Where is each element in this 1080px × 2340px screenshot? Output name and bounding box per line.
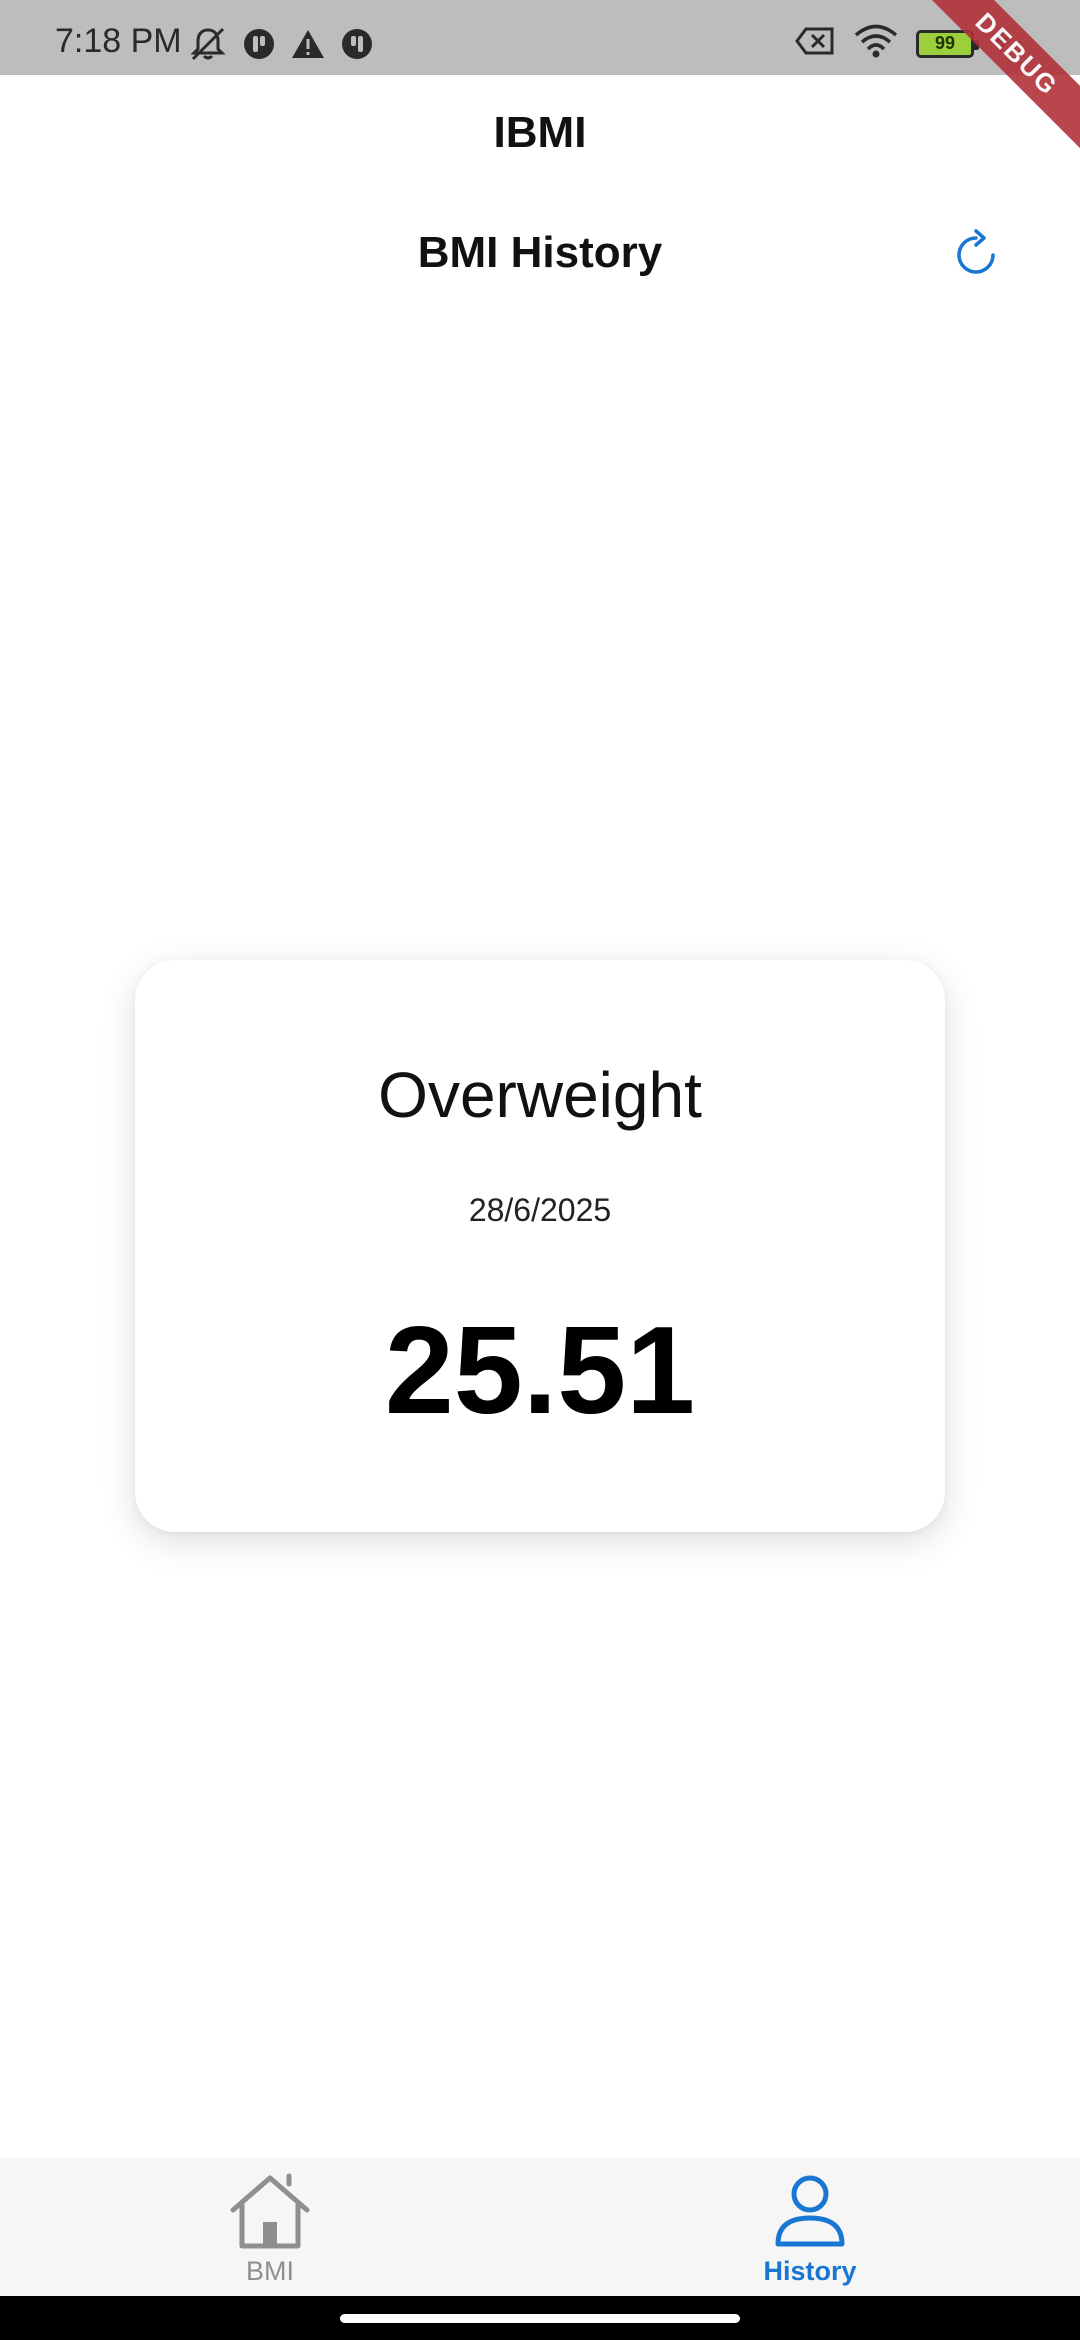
app-notification-icon <box>340 27 374 66</box>
muted-bell-icon <box>188 26 228 67</box>
record-date: 28/6/2025 <box>468 1192 612 1228</box>
nav-label-history: History <box>763 2256 857 2286</box>
gesture-handle[interactable] <box>340 2314 740 2323</box>
home-icon <box>225 2166 315 2256</box>
nav-label-bmi: BMI <box>245 2256 294 2286</box>
person-icon <box>765 2166 855 2256</box>
warning-icon <box>290 27 326 66</box>
status-bar: 7:18 PM 99 <box>0 0 1080 75</box>
status-time: 7:18 PM <box>55 22 182 60</box>
page-title: BMI History <box>417 228 663 277</box>
bottom-navigation: BMI History <box>0 2158 1080 2296</box>
battery-level: 99 <box>934 33 956 53</box>
no-sim-icon <box>794 26 836 61</box>
system-navigation-bar <box>0 2296 1080 2340</box>
bmi-category: Overweight <box>378 1059 702 1131</box>
nav-item-bmi[interactable]: BMI <box>0 2158 540 2296</box>
app-title: IBMI <box>493 108 587 157</box>
bmi-value: 25.51 <box>384 1302 696 1440</box>
refresh-icon <box>951 228 1001 285</box>
nav-item-history[interactable]: History <box>540 2158 1080 2296</box>
app-screen: 7:18 PM 99 DEBUG IBMI BMI History Overwe… <box>0 0 1080 2340</box>
wifi-icon <box>854 24 898 63</box>
refresh-button[interactable] <box>946 226 1006 286</box>
app-notification-icon <box>242 27 276 66</box>
bmi-history-card: Overweight 28/6/2025 25.51 <box>135 960 945 1532</box>
status-icons-left <box>188 26 374 67</box>
